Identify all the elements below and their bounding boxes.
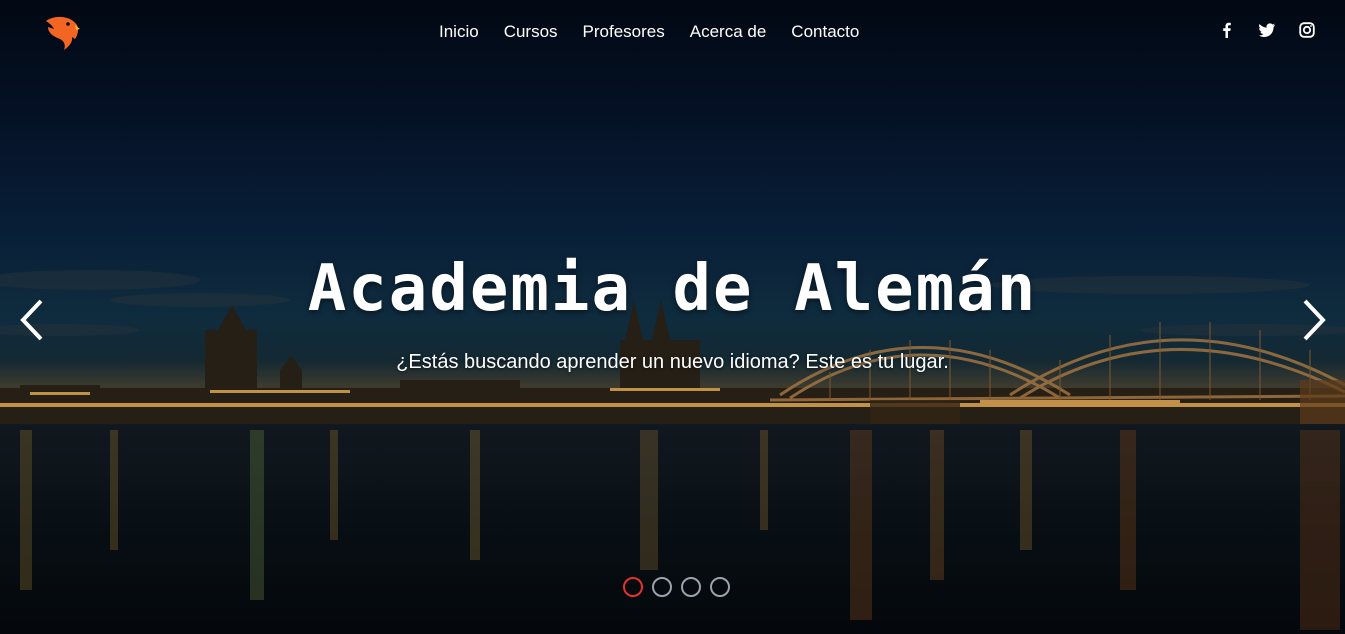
carousel-dot-4[interactable] [710, 577, 730, 597]
facebook-icon[interactable] [1219, 22, 1235, 38]
instagram-icon[interactable] [1299, 22, 1315, 38]
nav-item-cursos[interactable]: Cursos [504, 21, 558, 43]
hero-subtitle: ¿Estás buscando aprender un nuevo idioma… [396, 351, 949, 373]
carousel-dot-2[interactable] [652, 577, 672, 597]
twitter-icon[interactable] [1259, 22, 1275, 38]
nav-item-inicio[interactable]: Inicio [439, 21, 479, 43]
social-links [1219, 22, 1315, 38]
main-navigation: Inicio Cursos Profesores Acerca de Conta… [0, 21, 1345, 45]
nav-item-acerca-de[interactable]: Acerca de [690, 21, 767, 43]
carousel-dot-3[interactable] [681, 577, 701, 597]
hero-title: Academia de Alemán [307, 252, 1038, 326]
chevron-left-icon[interactable] [17, 298, 47, 342]
carousel-indicators [623, 577, 730, 597]
carousel-dot-1[interactable] [623, 577, 643, 597]
nav-item-contacto[interactable]: Contacto [791, 21, 859, 43]
chevron-right-icon[interactable] [1299, 298, 1329, 342]
nav-item-profesores[interactable]: Profesores [583, 21, 665, 43]
